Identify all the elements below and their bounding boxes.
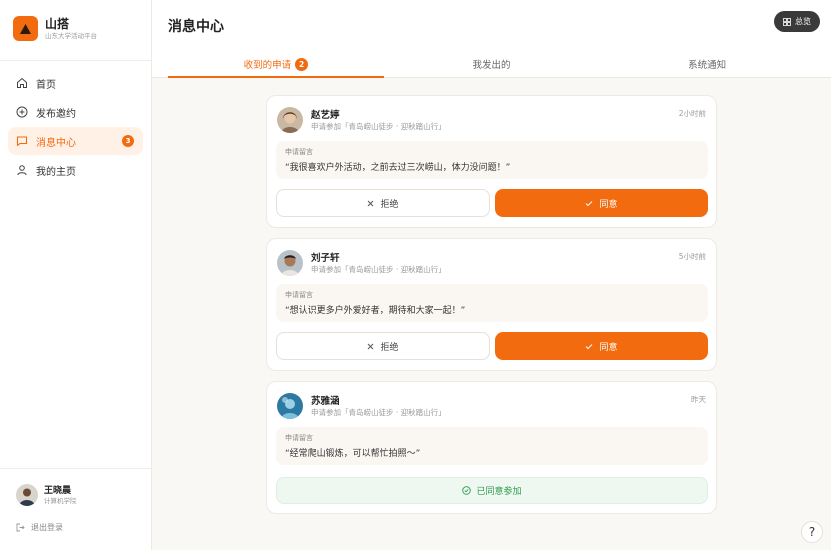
check-icon [585, 343, 593, 350]
reject-button[interactable]: 拒绝 [276, 332, 490, 360]
message-label: 申请留言 [285, 434, 313, 442]
message-icon [16, 135, 28, 147]
logout-label: 退出登录 [31, 523, 63, 532]
overview-button[interactable]: 总览 [774, 11, 820, 32]
tab-badge: 2 [295, 57, 309, 71]
sidebar-item-label: 消息中心 [36, 137, 76, 149]
message-label: 申请留言 [285, 148, 313, 156]
current-user[interactable]: 王晓晨 计算机学院 [16, 484, 77, 506]
tab-sent[interactable]: 我发出的 [384, 50, 600, 78]
request-card: 赵艺婷 申请参加「青岛崂山徒步 · 迎秋踏山行」 2小时前 申请留言 “我很喜欢… [266, 95, 717, 228]
sidebar-item-publish[interactable]: 发布邀约 [8, 98, 143, 126]
sidebar-item-label: 发布邀约 [36, 108, 76, 120]
avatar [277, 107, 303, 133]
unread-badge: 3 [122, 135, 134, 147]
sidebar-item-label: 首页 [36, 79, 56, 91]
home-icon [16, 77, 28, 89]
user-icon [16, 164, 28, 176]
timestamp: 昨天 [691, 395, 706, 404]
message-text: “经常爬山锻炼，可以帮忙拍照～” [285, 449, 421, 459]
tab-label: 收到的申请 [243, 60, 292, 71]
overview-label: 总览 [795, 17, 811, 26]
tab-label: 我发出的 [472, 60, 511, 71]
grid-icon [783, 17, 791, 26]
accept-label: 同意 [599, 342, 618, 353]
message-text: “我很喜欢户外活动，之前去过三次崂山，体力没问题！” [285, 163, 511, 173]
applicant-name[interactable]: 赵艺婷 [311, 107, 340, 121]
message-text: “想认识更多户外爱好者，期待和大家一起！” [285, 306, 466, 316]
request-card: 苏雅涵 申请参加「青岛崂山徒步 · 迎秋踏山行」 昨天 申请留言 “经常爬山锻炼… [266, 381, 717, 514]
sidebar-item-home[interactable]: 首页 [8, 69, 143, 97]
check-icon [585, 200, 593, 207]
sidebar: 山搭 山东大学活动平台 首页 发布邀约 消息中心 3 我的主页 王晓晨 计算机学… [0, 0, 152, 550]
check-circle-icon [462, 486, 472, 495]
activity-text: 申请参加「青岛崂山徒步 · 迎秋踏山行」 [311, 122, 446, 131]
logout-button[interactable]: 退出登录 [16, 522, 63, 533]
page-title: 消息中心 [168, 19, 224, 35]
mountain-logo-icon [13, 16, 38, 41]
reject-button[interactable]: 拒绝 [276, 189, 490, 217]
approved-status: 已同意参加 [276, 477, 708, 504]
message-box: 申请留言 “我很喜欢户外活动，之前去过三次崂山，体力没问题！” [276, 141, 708, 179]
divider [0, 60, 151, 61]
accept-button[interactable]: 同意 [495, 332, 708, 360]
reject-label: 拒绝 [380, 342, 399, 353]
avatar [277, 393, 303, 419]
applicant-name[interactable]: 苏雅涵 [311, 393, 340, 407]
accept-button[interactable]: 同意 [495, 189, 708, 217]
logout-icon [16, 523, 25, 532]
message-box: 申请留言 “想认识更多户外爱好者，期待和大家一起！” [276, 284, 708, 322]
tab-received[interactable]: 收到的申请 2 [168, 50, 384, 78]
message-box: 申请留言 “经常爬山锻炼，可以帮忙拍照～” [276, 427, 708, 465]
sidebar-item-label: 我的主页 [36, 166, 76, 178]
brand-subtitle: 山东大学活动平台 [45, 31, 97, 40]
sidebar-nav: 首页 发布邀约 消息中心 3 我的主页 [8, 69, 143, 185]
avatar [16, 484, 38, 506]
brand: 山搭 山东大学活动平台 [13, 16, 97, 41]
help-button[interactable]: ? [801, 521, 823, 543]
brand-name: 山搭 [45, 16, 70, 31]
message-label: 申请留言 [285, 291, 313, 299]
timestamp: 2小时前 [678, 109, 706, 118]
accept-label: 同意 [599, 199, 618, 210]
header: 消息中心 收到的申请 2 我发出的 系统通知 [152, 0, 831, 78]
divider [0, 468, 151, 469]
tab-bar: 收到的申请 2 我发出的 系统通知 [168, 50, 815, 78]
avatar [277, 250, 303, 276]
timestamp: 5小时前 [678, 252, 706, 261]
plus-circle-icon [16, 106, 28, 118]
activity-text: 申请参加「青岛崂山徒步 · 迎秋踏山行」 [311, 265, 446, 274]
user-dept: 计算机学院 [44, 496, 77, 505]
reject-label: 拒绝 [380, 199, 399, 210]
activity-text: 申请参加「青岛崂山徒步 · 迎秋踏山行」 [311, 408, 446, 417]
applicant-name[interactable]: 刘子轩 [311, 250, 340, 264]
tab-label: 系统通知 [688, 60, 727, 71]
close-icon [367, 200, 374, 207]
close-icon [367, 343, 374, 350]
sidebar-item-messages[interactable]: 消息中心 3 [8, 127, 143, 155]
approved-label: 已同意参加 [476, 487, 522, 497]
tab-system[interactable]: 系统通知 [599, 50, 815, 78]
user-name: 王晓晨 [44, 485, 72, 496]
request-card: 刘子轩 申请参加「青岛崂山徒步 · 迎秋踏山行」 5小时前 申请留言 “想认识更… [266, 238, 717, 371]
sidebar-item-profile[interactable]: 我的主页 [8, 156, 143, 184]
